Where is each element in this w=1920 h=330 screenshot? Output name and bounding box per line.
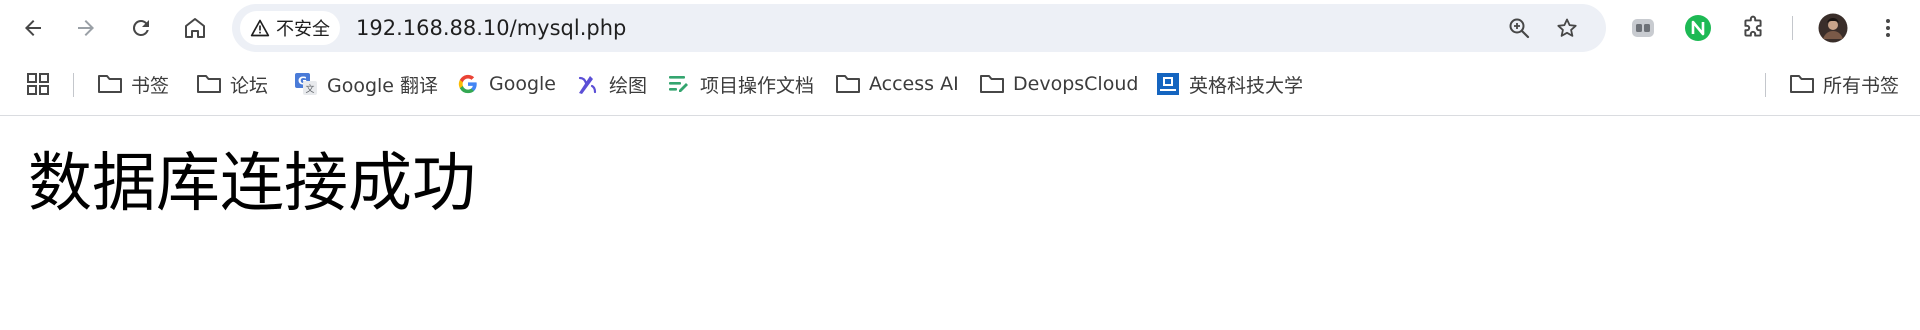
bookmark-label: 论坛	[230, 74, 269, 97]
bookmark-label: 项目操作文档	[700, 74, 815, 97]
folder-icon	[979, 71, 1005, 97]
bookmark-folder-luntan[interactable]: 论坛	[196, 66, 268, 102]
bookmark-google[interactable]: Google	[455, 66, 556, 102]
bookmarks-divider-right	[1765, 73, 1766, 97]
extensions-menu-button[interactable]	[1735, 10, 1771, 46]
google-g-icon	[455, 71, 481, 97]
google-translate-icon: G 文	[293, 71, 319, 97]
folder-icon	[835, 71, 861, 97]
profile-button[interactable]	[1815, 10, 1851, 46]
reload-icon	[132, 19, 149, 36]
bookmark-label: Access AI	[869, 73, 959, 95]
bookmark-label: 英格科技大学	[1189, 74, 1304, 97]
bookmark-label: Google 翻译	[327, 74, 439, 97]
star-icon	[1557, 18, 1577, 37]
bookmark-label: 绘图	[609, 74, 648, 97]
bookmark-folder-shuqian[interactable]: 书签	[97, 66, 169, 102]
draw-icon	[575, 71, 601, 97]
arrow-right-icon	[78, 20, 94, 36]
kebab-menu-icon	[1886, 19, 1890, 37]
browser-menu-button[interactable]	[1870, 10, 1906, 46]
all-bookmarks-label: 所有书签	[1823, 74, 1900, 97]
zoom-button[interactable]	[1504, 13, 1534, 43]
folder-icon	[97, 71, 123, 97]
apps-grid-icon	[27, 73, 49, 95]
back-button[interactable]	[13, 8, 53, 48]
n-extension[interactable]	[1680, 10, 1716, 46]
forward-button[interactable]	[66, 8, 106, 48]
arrow-left-icon	[25, 20, 41, 36]
page-heading: 数据库连接成功	[28, 147, 476, 221]
security-indicator[interactable]: 不安全	[240, 11, 340, 45]
bookmark-draw[interactable]: 绘图	[575, 66, 647, 102]
warning-triangle-icon	[250, 19, 270, 37]
bookmark-star-button[interactable]	[1552, 13, 1582, 43]
apps-button[interactable]	[25, 66, 51, 102]
puzzle-icon	[1744, 15, 1762, 37]
zoom-in-icon	[1509, 18, 1530, 39]
bookmarks-bar: 书签 论坛 G 文 Google 翻译 Google 绘图 项目操作文档 Acc…	[0, 56, 1920, 116]
bookmarks-divider	[73, 73, 74, 97]
bookmark-label: Google	[489, 73, 557, 95]
bookmark-label: 书签	[131, 74, 170, 97]
url-text[interactable]: 192.168.88.10/mysql.php	[356, 4, 626, 52]
home-button[interactable]	[175, 8, 215, 48]
folder-icon	[196, 71, 222, 97]
toolbar-divider	[1792, 16, 1793, 40]
bookmark-google-translate[interactable]: G 文 Google 翻译	[293, 66, 438, 102]
extension-gray-icon	[1632, 19, 1654, 37]
bookmark-label: DevopsCloud	[1013, 73, 1139, 95]
tab-manager-extension[interactable]	[1625, 10, 1661, 46]
bookmark-folder-devopscloud[interactable]: DevopsCloud	[979, 66, 1138, 102]
n-green-icon	[1685, 15, 1711, 41]
docs-icon	[666, 71, 692, 97]
reload-button[interactable]	[121, 8, 161, 48]
folder-icon	[1789, 71, 1815, 97]
svg-text:文: 文	[305, 83, 314, 95]
home-icon	[185, 18, 205, 38]
all-bookmarks-button[interactable]: 所有书签	[1789, 66, 1899, 102]
university-icon	[1155, 71, 1181, 97]
address-bar[interactable]: 不安全 192.168.88.10/mysql.php	[232, 4, 1606, 52]
avatar-icon	[1818, 13, 1848, 43]
bookmark-folder-access-ai[interactable]: Access AI	[835, 66, 959, 102]
bookmark-project-docs[interactable]: 项目操作文档	[666, 66, 814, 102]
bookmark-university[interactable]: 英格科技大学	[1155, 66, 1303, 102]
security-label: 不安全	[276, 19, 330, 40]
browser-toolbar: 不安全 192.168.88.10/mysql.php	[0, 0, 1920, 56]
page-content: 数据库连接成功	[0, 116, 1920, 330]
